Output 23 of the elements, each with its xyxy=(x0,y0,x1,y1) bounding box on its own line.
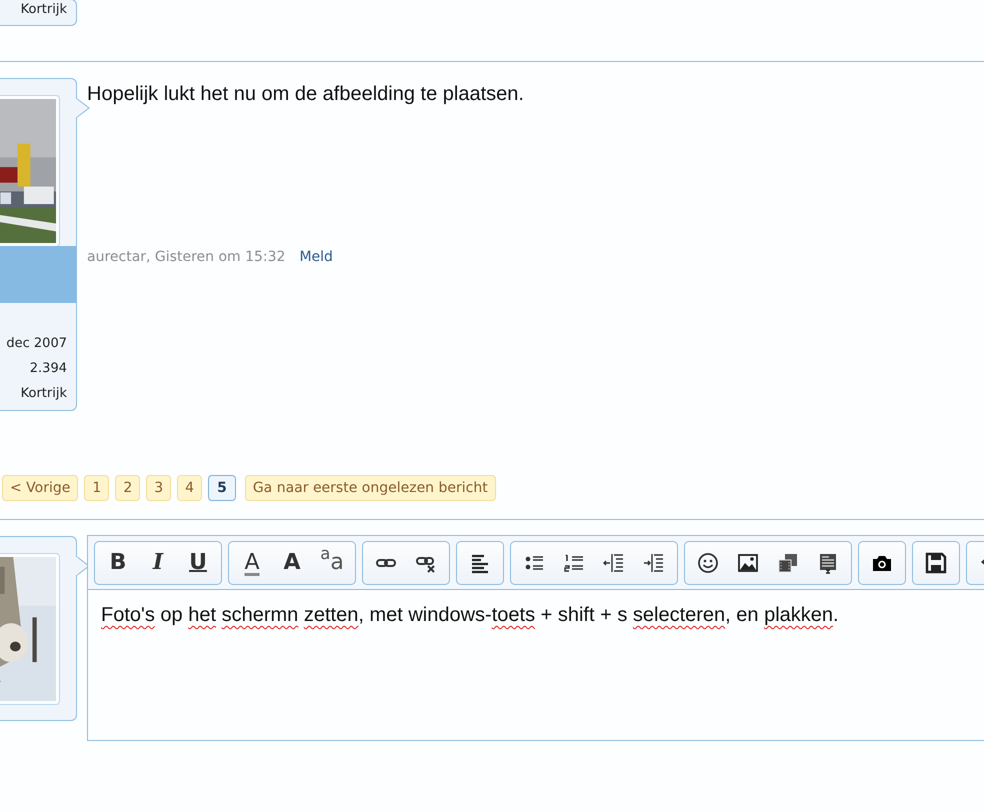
message-count: 2.394 xyxy=(30,360,67,378)
page-button[interactable]: 2 xyxy=(115,475,140,501)
page-button[interactable]: 1 xyxy=(84,475,110,501)
page-button[interactable]: 3 xyxy=(146,475,172,501)
location-text: Kortrijk xyxy=(20,385,67,403)
page-button[interactable]: 4 xyxy=(177,475,202,501)
post-meta: aurectar, Gisteren om 15:32 xyxy=(87,248,286,266)
italic-button[interactable]: I xyxy=(139,546,177,580)
page-button[interactable]: < Vorige xyxy=(2,475,78,501)
post-text: Hopelijk lukt het nu om de afbeelding te plaatsen. xyxy=(87,82,524,107)
text-case-button[interactable]: $^{a}$a xyxy=(313,546,351,580)
smiley-icon[interactable] xyxy=(696,550,720,574)
page-button[interactable]: Ga naar eerste ongelezen bericht xyxy=(244,475,496,501)
font-color-button[interactable]: A xyxy=(233,546,271,580)
report-link[interactable]: Meld xyxy=(299,248,333,266)
bold-button[interactable]: B xyxy=(99,546,137,580)
font-size-button[interactable]: A xyxy=(273,546,311,580)
location-text: Kortrijk xyxy=(20,2,67,18)
underline-button[interactable]: U xyxy=(179,546,217,580)
join-date: dec 2007 xyxy=(6,335,67,353)
save-icon[interactable] xyxy=(924,550,948,574)
message-input[interactable]: Foto's op het schermn zetten, met windows-toets + shift + s selecteren, en plakken. xyxy=(88,590,984,628)
page-button[interactable]: 5 xyxy=(208,475,236,501)
